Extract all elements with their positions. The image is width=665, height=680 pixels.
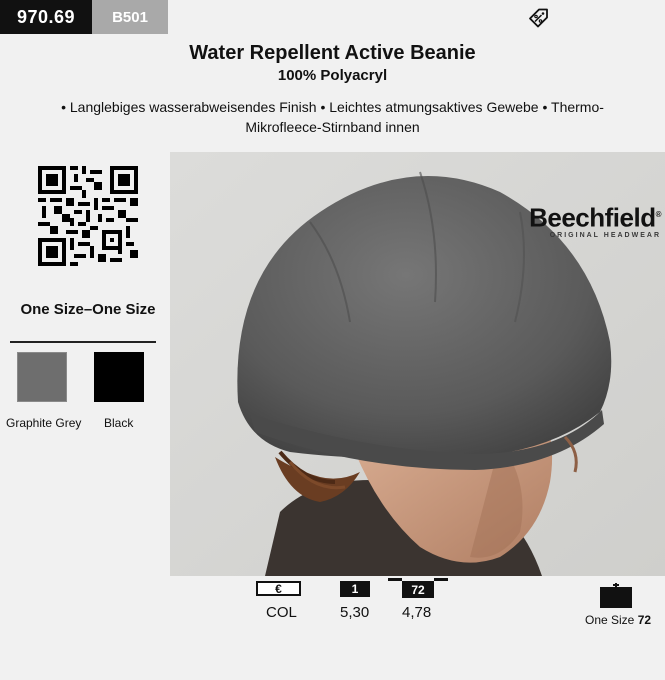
brand-name: Beechfield® bbox=[529, 202, 662, 233]
col-label: COL bbox=[266, 604, 297, 621]
color-name-black: Black bbox=[104, 416, 134, 430]
price-qty-72: 4,78 bbox=[402, 604, 432, 621]
product-material: 100% Polyacryl bbox=[277, 67, 388, 84]
currency-icon: € bbox=[256, 581, 301, 596]
color-name-graphite-grey: Graphite Grey bbox=[6, 416, 82, 430]
qr-code[interactable] bbox=[38, 166, 138, 266]
brand-logo: Beechfield® ORIGINAL HEADWEAR bbox=[529, 202, 661, 239]
quantity-1-badge: 1 bbox=[340, 581, 370, 597]
discount-tag-icon bbox=[529, 8, 548, 28]
model-code: B501 bbox=[92, 0, 168, 34]
packaging-quantity: 72 bbox=[637, 613, 652, 627]
packaging-info: One Size 72 bbox=[585, 613, 651, 627]
price-qty-1: 5,30 bbox=[340, 604, 370, 621]
product-features: • Langlebiges wasserabweisendes Finish •… bbox=[61, 99, 604, 135]
carton-box-icon bbox=[600, 583, 632, 608]
brand-tagline: ORIGINAL HEADWEAR bbox=[549, 231, 661, 239]
brand-registered-mark: ® bbox=[655, 210, 662, 219]
product-photo: Beechfield® ORIGINAL HEADWEAR bbox=[170, 152, 665, 576]
quantity-72-badge: 72 bbox=[402, 581, 434, 598]
article-number: 970.69 bbox=[0, 0, 92, 34]
size-range-label: One Size–One Size bbox=[20, 301, 156, 318]
packaging-size: One Size bbox=[585, 613, 635, 627]
top-bar: 970.69 B501 bbox=[0, 0, 665, 34]
product-title: Water Repellent Active Beanie bbox=[189, 42, 476, 64]
size-divider bbox=[10, 341, 156, 343]
carton-bar-left bbox=[388, 578, 402, 581]
color-swatch-graphite-grey[interactable] bbox=[17, 352, 67, 402]
carton-bar-right bbox=[434, 578, 448, 581]
color-swatch-black[interactable] bbox=[94, 352, 144, 402]
